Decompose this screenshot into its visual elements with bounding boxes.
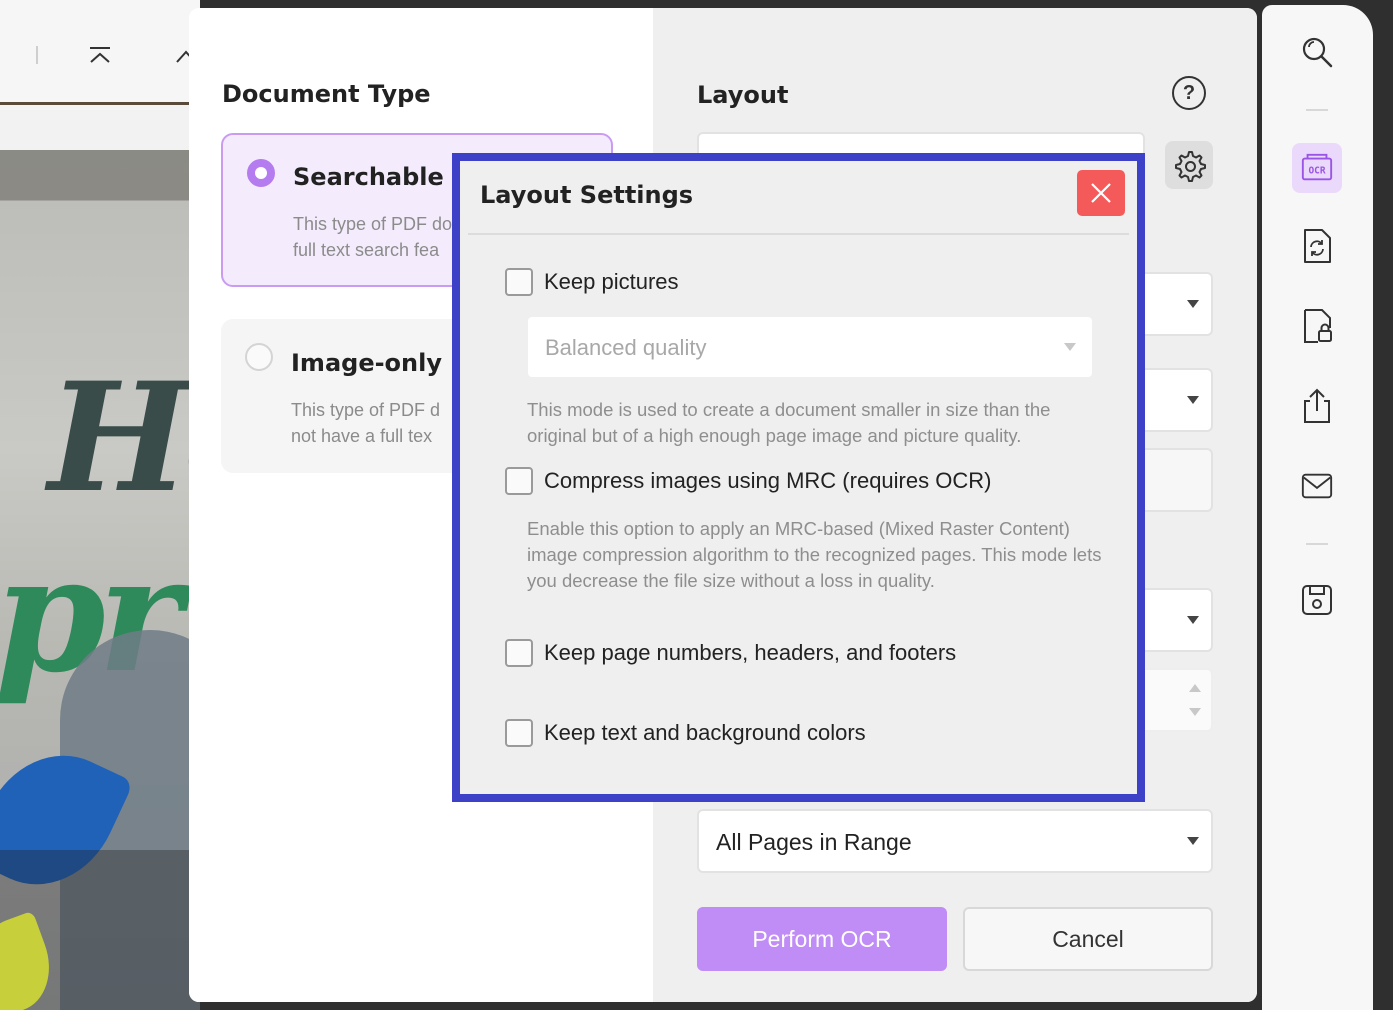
svg-text:OCR: OCR bbox=[1308, 166, 1325, 177]
radio-unselected-icon[interactable] bbox=[245, 343, 273, 371]
perform-ocr-button[interactable]: Perform OCR bbox=[697, 907, 947, 971]
gear-icon bbox=[1172, 148, 1206, 182]
keep-headers-option[interactable]: Keep page numbers, headers, and footers bbox=[505, 639, 956, 667]
share-icon[interactable] bbox=[1300, 389, 1334, 423]
document-type-title: Document Type bbox=[222, 80, 431, 108]
layout-title: Layout bbox=[697, 81, 788, 109]
ocr-icon[interactable]: OCR bbox=[1300, 151, 1334, 185]
keep-colors-label: Keep text and background colors bbox=[544, 720, 866, 746]
convert-icon[interactable] bbox=[1300, 229, 1334, 263]
question-circle-icon[interactable]: ? bbox=[1172, 76, 1206, 110]
dialog-title: Layout Settings bbox=[480, 181, 693, 209]
sidebar-divider bbox=[1306, 543, 1328, 545]
keep-headers-label: Keep page numbers, headers, and footers bbox=[544, 640, 956, 666]
keep-pictures-option[interactable]: Keep pictures bbox=[505, 268, 679, 296]
chevron-down-icon bbox=[1187, 396, 1199, 404]
viewer-toolbar bbox=[0, 0, 200, 105]
document-page-image: Ho pr bbox=[0, 150, 200, 1010]
chevron-down-icon bbox=[1187, 300, 1199, 308]
chevron-down-icon bbox=[1064, 343, 1076, 351]
keep-pictures-checkbox[interactable] bbox=[505, 268, 533, 296]
mrc-compression-option[interactable]: Compress images using MRC (requires OCR) bbox=[505, 467, 991, 495]
chevron-down-icon bbox=[1187, 616, 1199, 624]
pages-in-range-value: All Pages in Range bbox=[716, 829, 912, 856]
first-page-icon[interactable] bbox=[86, 44, 114, 68]
pages-in-range-select[interactable]: All Pages in Range bbox=[697, 809, 1213, 873]
page-headline-fragment: Ho bbox=[48, 350, 200, 526]
keep-colors-checkbox[interactable] bbox=[505, 719, 533, 747]
save-icon[interactable] bbox=[1300, 583, 1334, 617]
cancel-button[interactable]: Cancel bbox=[963, 907, 1213, 971]
stepper-down-icon[interactable] bbox=[1189, 708, 1201, 716]
mrc-compression-description: Enable this option to apply an MRC-based… bbox=[527, 516, 1102, 594]
radio-selected-icon[interactable] bbox=[247, 159, 275, 187]
toolbar-divider bbox=[36, 46, 38, 64]
mrc-compression-checkbox[interactable] bbox=[505, 467, 533, 495]
dialog-divider bbox=[468, 233, 1129, 235]
close-button[interactable] bbox=[1077, 170, 1125, 216]
picture-quality-description: This mode is used to create a document s… bbox=[527, 397, 1102, 449]
right-sidebar: OCR bbox=[1262, 5, 1373, 1010]
layout-settings-button[interactable] bbox=[1165, 141, 1213, 189]
mail-icon[interactable] bbox=[1300, 469, 1334, 503]
sidebar-divider bbox=[1306, 109, 1328, 111]
keep-colors-option[interactable]: Keep text and background colors bbox=[505, 719, 866, 747]
document-viewer: Ho pr bbox=[0, 0, 200, 1010]
protect-icon[interactable] bbox=[1300, 309, 1334, 343]
chevron-down-icon bbox=[1187, 837, 1199, 845]
picture-quality-value: Balanced quality bbox=[545, 335, 706, 361]
keep-headers-checkbox[interactable] bbox=[505, 639, 533, 667]
stepper-up-icon[interactable] bbox=[1189, 684, 1201, 692]
close-icon bbox=[1090, 182, 1112, 204]
keep-pictures-label: Keep pictures bbox=[544, 269, 679, 295]
mrc-compression-label: Compress images using MRC (requires OCR) bbox=[544, 468, 991, 494]
search-icon[interactable] bbox=[1300, 35, 1334, 69]
picture-quality-select[interactable]: Balanced quality bbox=[528, 317, 1092, 377]
layout-settings-dialog: Layout Settings Keep pictures Balanced q… bbox=[460, 161, 1137, 794]
